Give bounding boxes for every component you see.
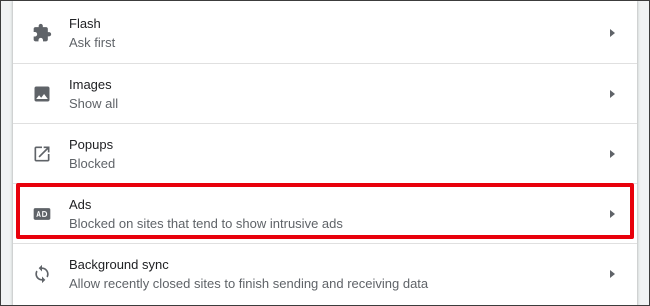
setting-status: Show all	[69, 95, 119, 111]
settings-row-images[interactable]: Images Show all	[13, 63, 637, 123]
chevron-right-icon	[610, 29, 615, 37]
settings-row-background-sync[interactable]: Background sync Allow recently closed si…	[13, 243, 637, 303]
chevron-right-icon	[610, 89, 615, 98]
settings-row-popups[interactable]: Popups Blocked	[13, 123, 637, 183]
setting-title: Popups	[69, 136, 114, 152]
ad-icon	[32, 204, 52, 224]
setting-title: Flash	[69, 16, 101, 31]
chevron-right-icon	[610, 269, 615, 278]
settings-row-ads[interactable]: Ads Blocked on sites that tend to show i…	[13, 183, 637, 243]
setting-status: Blocked on sites that tend to show intru…	[69, 215, 343, 231]
setting-status: Blocked	[69, 155, 116, 171]
setting-status: Ask first	[69, 35, 116, 50]
setting-status: Allow recently closed sites to finish se…	[69, 275, 429, 291]
sync-icon	[32, 264, 52, 284]
settings-row-flash[interactable]: Flash Ask first	[13, 3, 637, 63]
chevron-right-icon	[610, 149, 615, 158]
setting-title: Ads	[69, 196, 92, 212]
open-in-new-icon	[32, 144, 52, 164]
setting-title: Background sync	[69, 256, 169, 272]
setting-title: Images	[69, 76, 112, 92]
image-icon	[32, 84, 52, 104]
site-settings-card: Flash Ask first Images Show all Popups B…	[13, 0, 637, 306]
chevron-right-icon	[610, 209, 615, 218]
puzzle-icon	[32, 23, 52, 43]
